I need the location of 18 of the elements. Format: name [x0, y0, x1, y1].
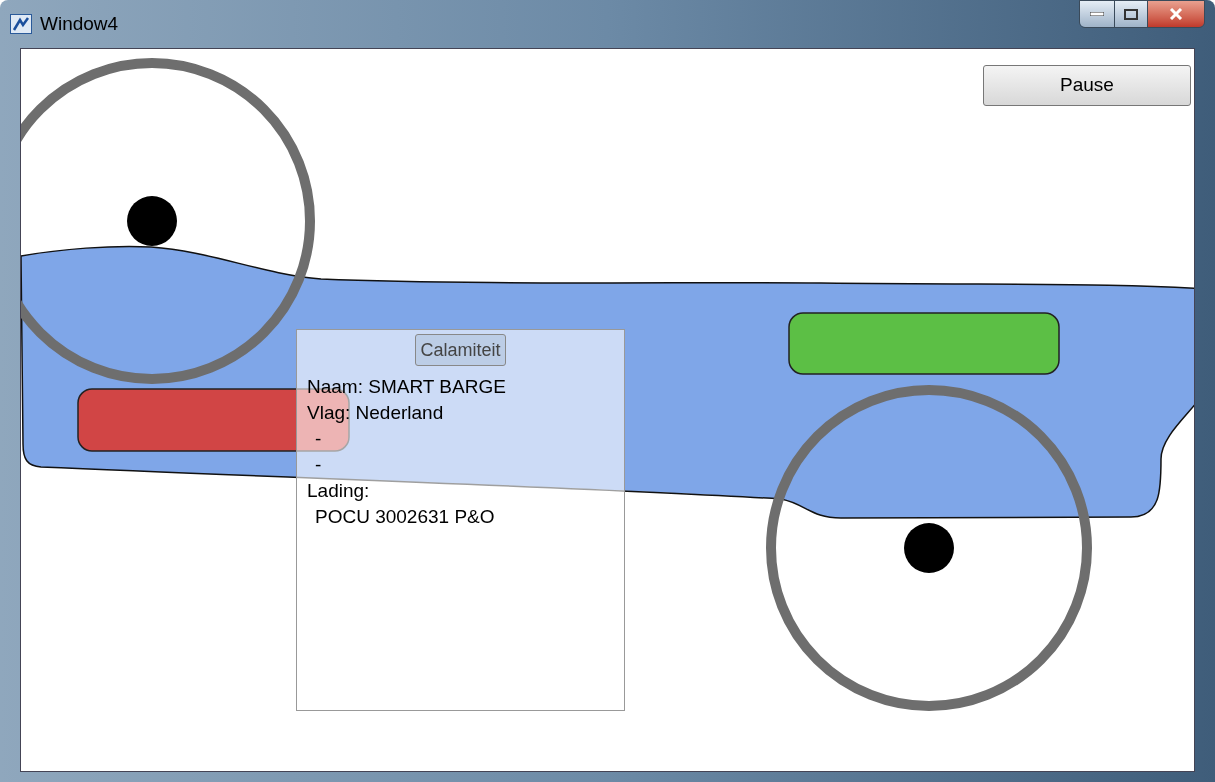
info-text: Vlag: Nederland	[307, 401, 444, 425]
minimize-button[interactable]	[1080, 1, 1115, 27]
info-text: Naam: SMART BARGE	[307, 375, 506, 399]
info-text: -	[314, 453, 322, 477]
maximize-button[interactable]	[1115, 1, 1148, 27]
minimize-icon	[1090, 12, 1104, 16]
window-title: Window4	[40, 12, 119, 36]
info-text: -	[314, 427, 322, 451]
info-text: POCU 3002631 P&O	[314, 505, 495, 529]
app-icon	[10, 14, 32, 35]
dot	[904, 523, 954, 573]
dot	[127, 196, 177, 246]
info-text: Lading:	[307, 479, 370, 503]
pause-button[interactable]: Pause	[983, 65, 1191, 106]
calamity-button[interactable]: Calamiteit	[415, 334, 506, 366]
close-button[interactable]	[1148, 1, 1204, 27]
maximize-icon	[1124, 8, 1138, 20]
close-icon	[1169, 8, 1183, 20]
